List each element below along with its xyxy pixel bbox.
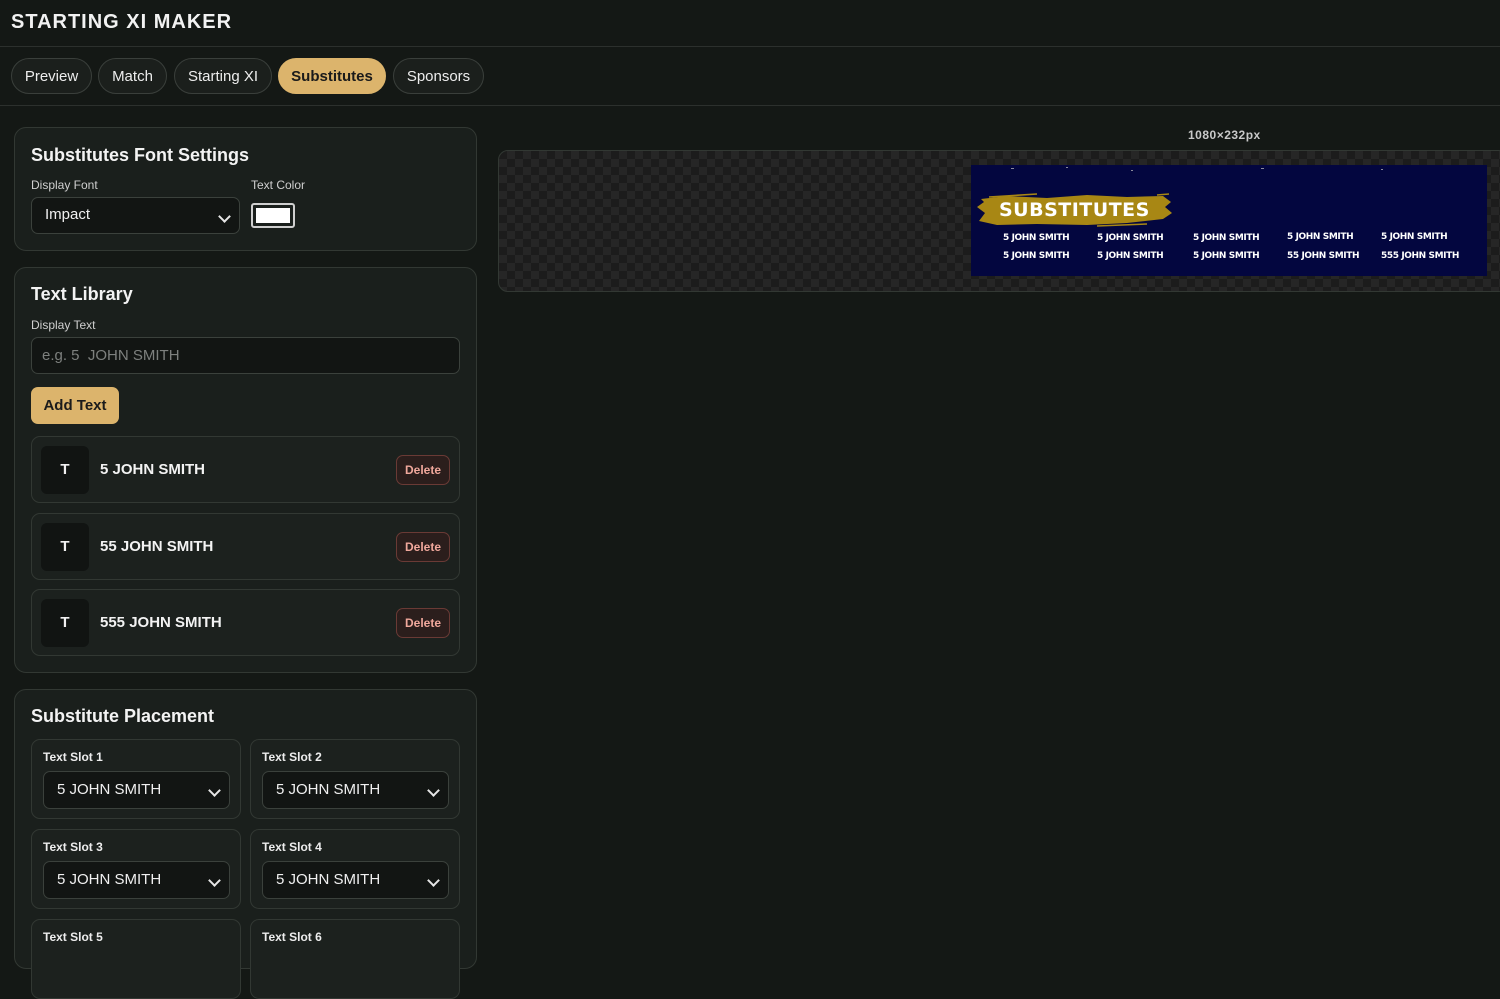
app-title: STARTING XI MAKER xyxy=(11,11,233,33)
slot-select[interactable]: 5 JOHN SMITH xyxy=(43,861,230,899)
font-settings-title: Substitutes Font Settings xyxy=(31,145,249,165)
speck xyxy=(1381,169,1383,170)
font-settings-panel: Substitutes Font Settings Display Font I… xyxy=(14,127,477,251)
substitutes-banner: SUBSTITUTES 5 JOHN SMITH 5 JOHN SMITH 5 … xyxy=(971,165,1487,276)
text-slot: Text Slot 1 5 JOHN SMITH xyxy=(31,739,241,819)
text-slot: Text Slot 2 5 JOHN SMITH xyxy=(250,739,460,819)
slot-label: Text Slot 3 xyxy=(43,840,103,854)
banner-player: 5 JOHN SMITH xyxy=(1287,232,1354,242)
delete-button[interactable]: Delete xyxy=(396,608,450,638)
banner-player: 5 JOHN SMITH xyxy=(1003,251,1070,261)
delete-button[interactable]: Delete xyxy=(396,532,450,562)
library-item: T 55 JOHN SMITH Delete xyxy=(31,513,460,580)
text-slot: Text Slot 3 5 JOHN SMITH xyxy=(31,829,241,909)
chevron-down-icon xyxy=(427,874,440,887)
slot-label: Text Slot 5 xyxy=(43,930,103,944)
banner-player: 555 JOHN SMITH xyxy=(1381,251,1459,261)
text-color-picker[interactable] xyxy=(251,203,295,228)
slot-value: 5 JOHN SMITH xyxy=(57,871,162,888)
speck xyxy=(1011,168,1014,169)
display-text-label: Display Text xyxy=(31,318,96,332)
library-item-text: 5 JOHN SMITH xyxy=(100,461,206,478)
text-library-title: Text Library xyxy=(31,284,133,304)
tab-match[interactable]: Match xyxy=(98,58,167,94)
banner-player: 5 JOHN SMITH xyxy=(1193,233,1260,243)
speck xyxy=(1261,168,1264,169)
banner-player: 55 JOHN SMITH xyxy=(1287,251,1360,261)
slot-select[interactable]: 5 JOHN SMITH xyxy=(262,861,449,899)
tab-preview[interactable]: Preview xyxy=(11,58,92,94)
slot-label: Text Slot 1 xyxy=(43,750,103,764)
slot-label: Text Slot 4 xyxy=(262,840,322,854)
library-item-text: 55 JOHN SMITH xyxy=(100,538,214,555)
display-font-value: Impact xyxy=(45,206,91,223)
tab-substitutes[interactable]: Substitutes xyxy=(278,58,386,94)
library-item-text: 555 JOHN SMITH xyxy=(100,614,222,631)
banner-player: 5 JOHN SMITH xyxy=(1381,232,1448,242)
banner-player: 5 JOHN SMITH xyxy=(1003,233,1070,243)
library-item: T 5 JOHN SMITH Delete xyxy=(31,436,460,503)
text-color-label: Text Color xyxy=(251,178,306,192)
slot-value: 5 JOHN SMITH xyxy=(276,871,381,888)
chevron-down-icon xyxy=(208,874,221,887)
text-slot: Text Slot 4 5 JOHN SMITH xyxy=(250,829,460,909)
slot-label: Text Slot 2 xyxy=(262,750,322,764)
delete-button[interactable]: Delete xyxy=(396,455,450,485)
slot-value: 5 JOHN SMITH xyxy=(276,781,381,798)
speck xyxy=(1131,170,1133,171)
display-font-select[interactable]: Impact xyxy=(31,197,240,234)
substitute-placement-panel: Substitute Placement Text Slot 1 5 JOHN … xyxy=(14,689,477,999)
placement-title: Substitute Placement xyxy=(31,706,215,726)
text-type-icon: T xyxy=(41,446,89,494)
chevron-down-icon xyxy=(427,784,440,797)
slot-label: Text Slot 6 xyxy=(262,930,322,944)
banner-player: 5 JOHN SMITH xyxy=(1097,233,1164,243)
tab-starting-xi[interactable]: Starting XI xyxy=(174,58,272,94)
chevron-down-icon xyxy=(208,784,221,797)
add-text-button[interactable]: Add Text xyxy=(31,387,119,424)
slot-select[interactable]: 5 JOHN SMITH xyxy=(43,771,230,809)
banner-player: 5 JOHN SMITH xyxy=(1193,251,1260,261)
display-font-label: Display Font xyxy=(31,178,98,192)
banner-title: SUBSTITUTES xyxy=(999,199,1150,221)
slot-select[interactable]: 5 JOHN SMITH xyxy=(262,771,449,809)
chevron-down-icon xyxy=(218,210,231,223)
tab-bar: Preview Match Starting XI Substitutes Sp… xyxy=(0,47,1500,106)
top-bar: STARTING XI MAKER xyxy=(0,0,1500,47)
slot-value: 5 JOHN SMITH xyxy=(57,781,162,798)
banner-player: 5 JOHN SMITH xyxy=(1097,251,1164,261)
tab-sponsors[interactable]: Sponsors xyxy=(393,58,484,94)
speck xyxy=(1066,167,1068,168)
preview-canvas: SUBSTITUTES 5 JOHN SMITH 5 JOHN SMITH 5 … xyxy=(498,150,1500,292)
color-swatch xyxy=(256,208,290,223)
text-type-icon: T xyxy=(41,523,89,571)
text-slot: Text Slot 5 xyxy=(31,919,241,999)
text-slot: Text Slot 6 xyxy=(250,919,460,999)
display-text-input[interactable] xyxy=(31,337,460,374)
library-item: T 555 JOHN SMITH Delete xyxy=(31,589,460,656)
canvas-size-label: 1080×232px xyxy=(1188,128,1261,142)
text-type-icon: T xyxy=(41,599,89,647)
text-library-panel: Text Library Display Text Add Text T 5 J… xyxy=(14,267,477,673)
